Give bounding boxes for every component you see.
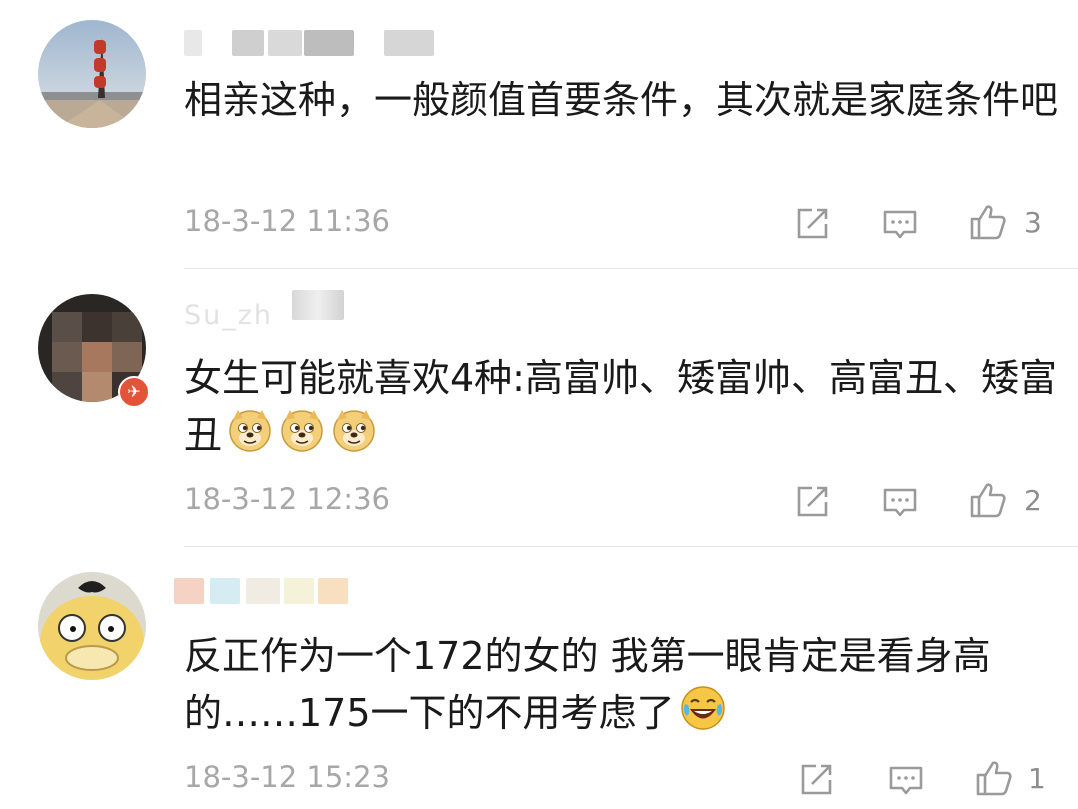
share-icon[interactable] [792, 204, 832, 244]
username-blurred[interactable] [184, 30, 444, 56]
like-count: 3 [1024, 206, 1042, 239]
username[interactable]: Su_zh [184, 290, 384, 331]
like-count: 1 [1028, 762, 1046, 795]
doge-emoji [278, 406, 326, 454]
reply-icon[interactable] [880, 204, 920, 244]
verified-badge: ✈ [118, 376, 150, 408]
username-text: Su_zh [184, 300, 274, 331]
thumbs-up-icon[interactable] [974, 758, 1014, 798]
comment-text: 反正作为一个172的女的 我第一眼肯定是看身高的……175一下的不用考虑了 [184, 628, 1064, 741]
divider [184, 268, 1078, 269]
thumbs-up-icon[interactable] [968, 202, 1008, 242]
comment-text: 女生可能就喜欢4种:高富帅、矮富帅、高富丑、矮富丑 [184, 350, 1064, 463]
timestamp: 18-3-12 11:36 [184, 204, 390, 238]
comment-text-body: 反正作为一个172的女的 我第一眼肯定是看身高的……175一下的不用考虑了 [184, 634, 991, 735]
divider [184, 546, 1078, 547]
comment-item: 相亲这种，一般颜值首要条件，其次就是家庭条件吧 18-3-12 11:36 3 [0, 0, 1078, 268]
reply-icon[interactable] [880, 482, 920, 522]
username-blurred[interactable] [174, 578, 364, 604]
doge-emoji [226, 406, 274, 454]
like-count: 2 [1024, 484, 1042, 517]
timestamp: 18-3-12 15:23 [184, 760, 390, 794]
share-icon[interactable] [792, 482, 832, 522]
laugh-cry-emoji [679, 684, 727, 732]
thumbs-up-icon[interactable] [968, 480, 1008, 520]
comment-item: ✈ Su_zh 女生可能就喜欢4种:高富帅、矮富帅、高富丑、矮富丑 18-3-1… [0, 270, 1078, 545]
avatar[interactable] [38, 20, 146, 128]
comment-text: 相亲这种，一般颜值首要条件，其次就是家庭条件吧 [184, 78, 1059, 122]
reply-icon[interactable] [886, 760, 926, 800]
comment-item: 反正作为一个172的女的 我第一眼肯定是看身高的……175一下的不用考虑了 18… [0, 548, 1078, 809]
timestamp: 18-3-12 12:36 [184, 482, 390, 516]
share-icon[interactable] [796, 760, 836, 800]
doge-emoji [330, 406, 378, 454]
avatar[interactable] [38, 572, 146, 680]
